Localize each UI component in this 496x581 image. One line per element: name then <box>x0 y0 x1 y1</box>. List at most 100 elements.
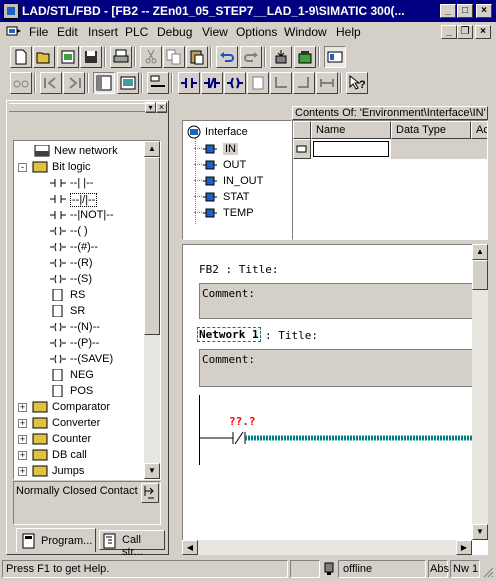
menu-item-debug[interactable]: Debug <box>157 25 192 39</box>
program-elements-icon[interactable] <box>93 72 115 94</box>
tree-item[interactable]: --|NOT|-- <box>14 207 144 223</box>
tree-item[interactable]: --(N)-- <box>14 319 144 335</box>
interface-table[interactable]: Name Data Type Ac <box>292 120 488 240</box>
network-label[interactable]: Network 1 <box>197 327 261 342</box>
scroll-up-button[interactable]: ▲ <box>472 244 488 260</box>
download-icon[interactable] <box>270 46 292 68</box>
tree-item[interactable]: --(SAVE) <box>14 351 144 367</box>
block-comment-box[interactable]: Comment: <box>199 283 487 319</box>
interface-root-label[interactable]: Interface <box>205 126 248 138</box>
interface-item[interactable]: OUT <box>194 157 285 173</box>
expand-icon[interactable]: + <box>18 435 27 444</box>
tree-item[interactable]: --| |-- <box>14 175 144 191</box>
tree-item[interactable]: + Comparator <box>14 399 144 415</box>
block-title[interactable]: FB2 : Title: <box>199 263 278 276</box>
expand-icon[interactable]: + <box>18 467 27 476</box>
tree-item[interactable]: --(#)-- <box>14 239 144 255</box>
menu-item-edit[interactable]: Edit <box>57 25 78 39</box>
scroll-thumb[interactable] <box>144 157 160 335</box>
branch-close-icon[interactable] <box>293 72 315 94</box>
tree-item[interactable]: New network <box>14 143 144 159</box>
editor-vertical-scrollbar[interactable]: ▲ ▼ <box>472 244 488 540</box>
tree-item[interactable]: POS <box>14 383 144 399</box>
tree-item[interactable]: --( ) <box>14 223 144 239</box>
description-pin-icon[interactable] <box>141 483 159 503</box>
tree-item[interactable]: + Counter <box>14 431 144 447</box>
previous-network-icon[interactable] <box>40 72 62 94</box>
coil-icon[interactable] <box>224 72 246 94</box>
connection-icon[interactable] <box>316 72 338 94</box>
scroll-right-button[interactable]: ▶ <box>456 540 472 555</box>
mdi-restore-button[interactable]: ❐ <box>457 25 473 39</box>
maximize-button[interactable]: □ <box>457 4 473 18</box>
menu-item-insert[interactable]: Insert <box>88 25 118 39</box>
save-icon[interactable] <box>80 46 102 68</box>
box-icon[interactable] <box>247 72 269 94</box>
menu-item-options[interactable]: Options <box>236 25 277 39</box>
name-cell-input[interactable] <box>313 141 389 157</box>
code-editor[interactable]: FB2 : Title: Comment: Network 1 : Title:… <box>182 244 488 555</box>
scroll-down-button[interactable]: ▼ <box>472 524 488 540</box>
expand-icon[interactable]: + <box>18 419 27 428</box>
tree-item[interactable]: + DB call <box>14 447 144 463</box>
column-header-data-type[interactable]: Data Type <box>391 121 471 139</box>
interface-item[interactable]: IN_OUT <box>194 173 285 189</box>
open-project-icon[interactable] <box>57 46 79 68</box>
interface-tree[interactable]: Interface IN OUT IN_OUT STAT TEMP <box>182 120 292 240</box>
minimize-button[interactable]: _ <box>440 4 456 18</box>
network-comment-box[interactable]: Comment: <box>199 349 487 387</box>
nc-contact-icon[interactable] <box>201 72 223 94</box>
scroll-thumb[interactable] <box>472 260 488 290</box>
new-icon[interactable] <box>10 46 32 68</box>
overview-toggle-icon[interactable] <box>324 46 346 68</box>
mdi-minimize-button[interactable]: _ <box>441 25 457 39</box>
tree-item[interactable]: --|/|-- <box>14 191 144 207</box>
column-header-address[interactable]: Ac <box>471 121 487 139</box>
interface-item[interactable]: STAT <box>194 189 285 205</box>
tab-program-elements[interactable]: Program... <box>16 528 96 552</box>
panel-grip[interactable] <box>9 103 166 112</box>
tree-item[interactable]: --(R) <box>14 255 144 271</box>
redo-icon[interactable] <box>240 46 262 68</box>
menu-item-file[interactable]: File <box>29 25 48 39</box>
details-view-icon[interactable] <box>117 72 139 94</box>
scroll-down-button[interactable]: ▼ <box>144 463 160 479</box>
element-tree[interactable]: New network - Bit logic --| |-- --|/|-- --|NO… <box>13 140 161 480</box>
paste-icon[interactable] <box>186 46 208 68</box>
no-contact-icon[interactable] <box>178 72 200 94</box>
tree-item[interactable]: + Jumps <box>14 463 144 479</box>
close-button[interactable]: × <box>476 4 492 18</box>
expand-icon[interactable]: + <box>18 451 27 460</box>
interface-item[interactable]: TEMP <box>194 205 285 221</box>
nc-contact-rung[interactable] <box>199 431 488 445</box>
insert-network-icon[interactable] <box>147 72 169 94</box>
branch-open-icon[interactable] <box>270 72 292 94</box>
tree-item[interactable]: --(S) <box>14 271 144 287</box>
tree-item[interactable]: + Converter <box>14 415 144 431</box>
menu-item-help[interactable]: Help <box>336 25 361 39</box>
monitor-icon[interactable] <box>294 46 316 68</box>
scroll-up-button[interactable]: ▲ <box>144 141 160 157</box>
interface-item[interactable]: IN <box>194 141 285 157</box>
tree-item[interactable]: - Bit logic <box>14 159 144 175</box>
document-icon[interactable] <box>6 25 22 39</box>
panel-close-button[interactable]: × <box>156 102 167 113</box>
column-header-name[interactable]: Name <box>311 121 391 139</box>
app-icon[interactable] <box>3 3 19 19</box>
scroll-left-button[interactable]: ◀ <box>182 540 198 555</box>
mdi-close-button[interactable]: × <box>475 25 491 39</box>
copy-icon[interactable] <box>163 46 185 68</box>
tree-item[interactable]: RS <box>14 287 144 303</box>
undo-icon[interactable] <box>216 46 238 68</box>
tree-vertical-scrollbar[interactable]: ▲ ▼ <box>144 141 160 479</box>
data-type-cell[interactable] <box>391 139 487 159</box>
collapse-icon[interactable]: - <box>18 163 27 172</box>
menu-item-window[interactable]: Window <box>284 25 327 39</box>
glasses-icon[interactable] <box>10 72 32 94</box>
context-help-icon[interactable]: ? <box>346 72 368 94</box>
expand-icon[interactable]: + <box>18 403 27 412</box>
row-header[interactable] <box>293 139 311 159</box>
tree-item[interactable]: --(P)-- <box>14 335 144 351</box>
tree-item[interactable]: SR <box>14 303 144 319</box>
cut-icon[interactable] <box>140 46 162 68</box>
